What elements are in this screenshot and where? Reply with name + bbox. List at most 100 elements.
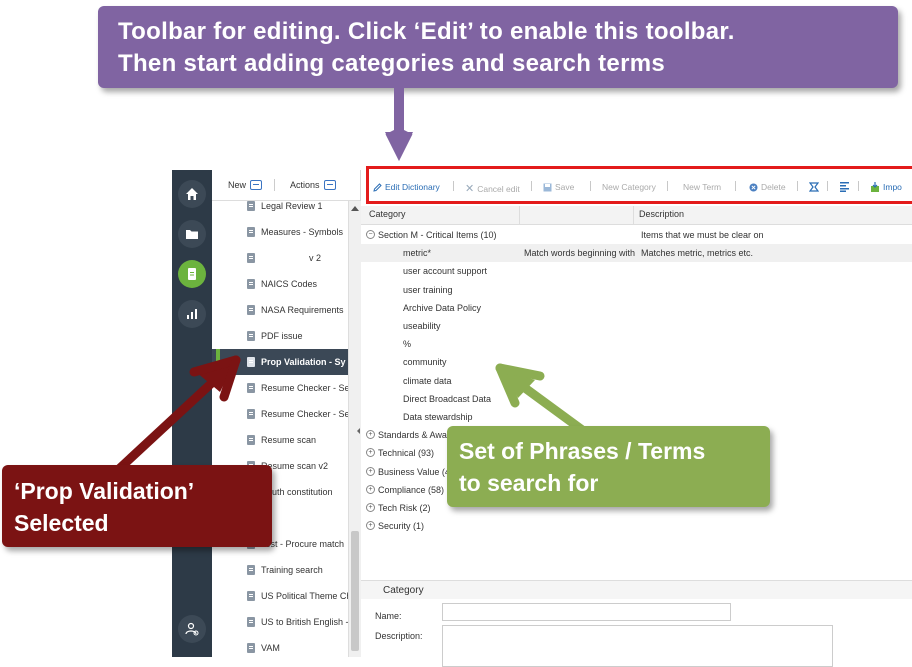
- list-item[interactable]: Measures - Symbols: [212, 219, 348, 245]
- category-panel-title: Category: [383, 585, 424, 596]
- term-row[interactable]: user training: [361, 281, 912, 299]
- document-icon: [247, 279, 255, 289]
- expand-icon[interactable]: +: [366, 448, 375, 458]
- category-details-panel: Category Name: Description:: [361, 580, 912, 667]
- new-label: New: [228, 180, 247, 190]
- home-icon[interactable]: [178, 180, 206, 208]
- term-row[interactable]: useability: [361, 317, 912, 335]
- category-label: Section M - Critical Items (10): [378, 230, 497, 240]
- term-label: community: [403, 357, 447, 368]
- folder-icon[interactable]: [178, 220, 206, 248]
- description-field[interactable]: [442, 625, 833, 667]
- list-item-label: Test - Procure match: [261, 539, 345, 549]
- name-label: Name:: [375, 611, 402, 621]
- terms-callout-line2: to search for: [459, 470, 599, 496]
- column-divider: [633, 206, 634, 224]
- term-label: Direct Broadcast Data: [403, 393, 492, 404]
- actions-label: Actions: [290, 180, 320, 190]
- toolbar-callout: Toolbar for editing. Click ‘Edit’ to ena…: [98, 6, 898, 88]
- category-row[interactable]: + Security (1): [361, 517, 912, 535]
- list-item[interactable]: Resume scan: [212, 427, 348, 453]
- toolbar-highlight-box: [366, 166, 912, 204]
- dictionary-list: Legal Review 1 Measures - Symbols v 2 NAICS…: [212, 201, 348, 657]
- list-item[interactable]: NAICS Codes: [212, 271, 348, 297]
- term-row[interactable]: metric* Match words beginning with Matches…: [361, 244, 912, 263]
- column-divider: [519, 206, 520, 224]
- toolbar-callout-line1: Toolbar for editing. Click ‘Edit’ to ena…: [118, 18, 735, 45]
- expand-icon[interactable]: +: [366, 466, 375, 476]
- column-header-description[interactable]: Description: [639, 209, 684, 219]
- collapse-icon[interactable]: −: [366, 230, 375, 239]
- dictionary-editor: Edit Dictionary ✕ Cancel edit Save New C…: [361, 170, 912, 667]
- terms-callout-line1: Set of Phrases / Terms: [459, 438, 706, 464]
- term-label: Archive Data Policy: [403, 302, 482, 313]
- list-item-label: VAM: [261, 643, 280, 653]
- list-item[interactable]: Training search: [212, 557, 348, 583]
- category-panel-header: Category: [361, 581, 912, 599]
- actions-menu-icon: [323, 180, 336, 190]
- actions-button[interactable]: Actions: [290, 180, 336, 190]
- list-item[interactable]: Legal Review 1: [212, 201, 348, 219]
- list-item[interactable]: NASA Requirements: [212, 297, 348, 323]
- document-icon: [247, 643, 255, 653]
- category-row[interactable]: − Section M - Critical Items (10) Items th…: [361, 226, 912, 244]
- document-icon: [247, 435, 255, 445]
- row-description: Items that we must be clear on: [641, 230, 764, 240]
- new-button[interactable]: New: [228, 180, 263, 190]
- list-item[interactable]: US Political Theme Ch: [212, 583, 348, 609]
- purple-arrow: [385, 88, 413, 162]
- list-item[interactable]: VAM: [212, 635, 348, 657]
- column-header-category[interactable]: Category: [369, 209, 406, 219]
- name-field[interactable]: [442, 603, 731, 621]
- expand-icon[interactable]: +: [366, 503, 375, 512]
- document-icon: [247, 565, 255, 575]
- expand-icon[interactable]: +: [366, 521, 375, 531]
- list-item[interactable]: Resume Checker - Sec: [212, 401, 348, 427]
- category-label: Tech Risk (2): [378, 503, 431, 513]
- list-item-label: Measures - Symbols: [261, 227, 344, 237]
- settings-user-icon[interactable]: [178, 615, 206, 643]
- new-menu-icon: [250, 180, 263, 190]
- term-label: user training: [403, 284, 453, 295]
- scroll-up-icon[interactable]: [351, 206, 359, 211]
- term-row[interactable]: Direct Broadcast Data: [361, 390, 912, 408]
- term-row[interactable]: user account support: [361, 262, 912, 280]
- list-item[interactable]: Resume Checker - Sec: [212, 375, 348, 401]
- selected-indicator: [216, 349, 220, 375]
- list-item-label: NAICS Codes: [261, 279, 318, 289]
- category-label: Business Value (4: [378, 466, 450, 477]
- scroll-thumb[interactable]: [351, 531, 359, 651]
- document-icon: [247, 201, 255, 211]
- term-label: %: [403, 339, 412, 350]
- selected-callout-line1: ‘Prop Validation’: [14, 478, 195, 504]
- term-row[interactable]: Archive Data Policy: [361, 299, 912, 317]
- list-item[interactable]: US to British English -: [212, 609, 348, 635]
- document-icon: [247, 253, 255, 263]
- term-label: climate data: [403, 375, 452, 386]
- collapse-pane-icon[interactable]: [357, 428, 360, 434]
- selected-callout-line2: Selected: [14, 510, 109, 536]
- expand-icon[interactable]: +: [366, 430, 375, 440]
- category-label: Technical (93): [378, 448, 435, 459]
- term-row[interactable]: community: [361, 353, 912, 371]
- dictionary-icon[interactable]: [178, 260, 206, 288]
- toolbar-callout-line2: Then start adding categories and search …: [118, 50, 665, 77]
- term-row[interactable]: %: [361, 335, 912, 353]
- document-icon: [247, 227, 255, 237]
- match-type: Match words beginning with: [524, 248, 636, 259]
- list-header: New Actions: [212, 170, 360, 201]
- term-label: user account support: [403, 266, 488, 277]
- dictionary-list-pane: New Actions Legal Review 1 Measures - Sym…: [212, 170, 361, 657]
- term-label: useability: [403, 321, 441, 331]
- chart-icon[interactable]: [178, 300, 206, 328]
- term-row[interactable]: Data stewardship: [361, 408, 912, 426]
- nav-rail: [172, 170, 212, 657]
- expand-icon[interactable]: +: [366, 484, 375, 494]
- category-label: Standards & Awa: [378, 430, 447, 441]
- document-icon: [247, 617, 255, 627]
- document-icon: [247, 383, 255, 393]
- term-row[interactable]: climate data: [361, 372, 912, 390]
- list-item-selected[interactable]: Prop Validation - Sy: [212, 349, 348, 375]
- list-item[interactable]: PDF issue: [212, 323, 348, 349]
- list-item[interactable]: v 2: [212, 245, 348, 271]
